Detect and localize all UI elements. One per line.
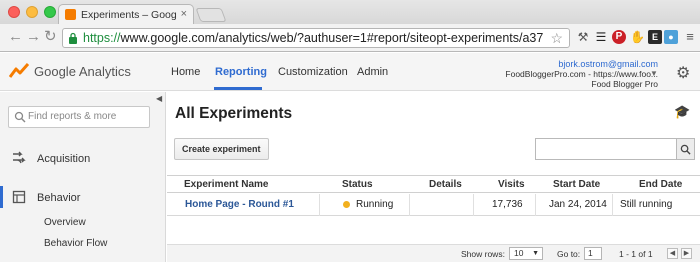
column-header-status[interactable]: Status <box>342 179 373 190</box>
behavior-icon <box>12 190 26 204</box>
column-header-experiment-name[interactable]: Experiment Name <box>184 179 268 190</box>
experiment-name-link[interactable]: Home Page - Round #1 <box>185 199 294 210</box>
column-divider <box>409 194 410 216</box>
analytics-favicon-icon <box>65 9 76 20</box>
status-running-icon <box>343 201 350 208</box>
search-icon <box>680 144 691 155</box>
hand-extension-icon[interactable]: ✋ <box>630 30 645 44</box>
table-search-input[interactable] <box>535 138 677 160</box>
sidebar-item-acquisition[interactable]: Acquisition <box>37 153 90 165</box>
sidebar-subitem-behavior-flow[interactable]: Behavior Flow <box>44 238 107 249</box>
active-nav-indicator <box>214 87 262 90</box>
account-view: Food Blogger Pro <box>591 79 658 89</box>
collapse-sidebar-icon[interactable]: ◀ <box>156 94 162 103</box>
reload-icon[interactable]: ↻ <box>44 29 57 45</box>
sidebar-subitem-overview[interactable]: Overview <box>44 217 86 228</box>
show-rows-select[interactable]: 10 ▼ <box>509 247 543 260</box>
chevron-down-icon[interactable]: ▼ <box>650 69 658 78</box>
account-email: bjork.ostrom@gmail.com <box>558 59 658 69</box>
forward-arrow-icon[interactable]: → <box>26 29 41 45</box>
ga-header: Google Analytics Home Reporting Customiz… <box>0 53 700 91</box>
google-analytics-logo-icon <box>9 63 29 78</box>
main-content: All Experiments 🎓 Create experiment Expe… <box>167 92 700 262</box>
visits-cell: 17,736 <box>492 199 523 210</box>
column-header-start-date[interactable]: Start Date <box>553 179 600 190</box>
table-search-button[interactable] <box>677 138 695 160</box>
bookmark-star-icon[interactable]: ☆ <box>550 30 563 47</box>
acquisition-icon <box>13 151 26 164</box>
nav-customization[interactable]: Customization <box>278 66 348 78</box>
search-icon <box>14 111 26 123</box>
tab-close-icon[interactable]: × <box>181 8 187 20</box>
column-header-end-date[interactable]: End Date <box>639 179 682 190</box>
browser-tab[interactable]: Experiments – Google Analytics × <box>58 4 194 24</box>
layers-extension-icon[interactable]: ☰ <box>594 30 608 44</box>
next-page-button[interactable]: ▶ <box>681 248 692 259</box>
graduation-cap-icon[interactable]: 🎓 <box>674 104 690 120</box>
column-header-details[interactable]: Details <box>429 179 462 190</box>
ga-brand: Google Analytics <box>34 64 131 79</box>
browser-toolbar: ← → ↻ https://www.google.com/analytics/w… <box>0 24 700 52</box>
nav-admin[interactable]: Admin <box>357 66 388 78</box>
minimize-window-button[interactable] <box>26 6 38 18</box>
page-title: All Experiments <box>175 105 293 122</box>
sidebar: ◀ Find reports & more Acquisition Behavi… <box>0 92 166 262</box>
column-divider <box>535 194 536 216</box>
back-arrow-icon[interactable]: ← <box>8 29 23 45</box>
column-divider <box>612 194 613 216</box>
browser-titlebar: Experiments – Google Analytics × <box>0 0 700 24</box>
camera-extension-icon[interactable]: ● <box>664 30 678 44</box>
url-text: https://www.google.com/analytics/web/?au… <box>83 31 543 45</box>
account-switcher[interactable]: bjork.ostrom@gmail.com FoodBloggerPro.co… <box>505 59 658 89</box>
table-header: Experiment Name Status Details Visits St… <box>167 175 700 193</box>
find-reports-placeholder: Find reports & more <box>28 111 117 122</box>
column-divider <box>473 194 474 216</box>
previous-page-button[interactable]: ◀ <box>667 248 678 259</box>
page-range: 1 - 1 of 1 <box>619 249 653 259</box>
account-site: FoodBloggerPro.com - https://www.foo... <box>505 69 658 79</box>
gear-icon[interactable]: ⚙ <box>676 63 690 83</box>
menu-icon[interactable]: ≡ <box>683 30 697 44</box>
create-experiment-button[interactable]: Create experiment <box>174 138 269 160</box>
goto-label: Go to: <box>557 249 581 259</box>
column-header-visits[interactable]: Visits <box>498 179 525 190</box>
active-section-indicator <box>0 186 3 208</box>
nav-reporting[interactable]: Reporting <box>215 66 267 78</box>
end-date-cell: Still running <box>620 199 673 210</box>
new-tab-button[interactable] <box>195 8 227 22</box>
lock-icon <box>69 32 77 44</box>
tab-title: Experiments – Google Analytics <box>81 9 177 21</box>
close-window-button[interactable] <box>8 6 20 18</box>
status-cell: Running <box>356 199 394 210</box>
pinterest-extension-icon[interactable]: P <box>612 30 626 44</box>
wrench-extension-icon[interactable]: ⚒ <box>576 30 590 44</box>
show-rows-label: Show rows: <box>461 249 505 259</box>
address-bar[interactable]: https://www.google.com/analytics/web/?au… <box>62 28 570 48</box>
table-pager: Show rows: 10 ▼ Go to: 1 1 - 1 of 1 ◀ ▶ <box>167 244 700 262</box>
find-reports-input[interactable]: Find reports & more <box>8 106 150 128</box>
evernote-extension-icon[interactable]: E <box>648 30 662 44</box>
zoom-window-button[interactable] <box>44 6 56 18</box>
sidebar-item-behavior[interactable]: Behavior <box>37 192 80 204</box>
chevron-down-icon: ▼ <box>532 250 539 257</box>
goto-page-input[interactable]: 1 <box>584 247 602 260</box>
nav-home[interactable]: Home <box>171 66 200 78</box>
table-row: Home Page - Round #1 Running 17,736 Jan … <box>167 194 700 216</box>
start-date-cell: Jan 24, 2014 <box>549 199 607 210</box>
column-divider <box>319 194 320 216</box>
